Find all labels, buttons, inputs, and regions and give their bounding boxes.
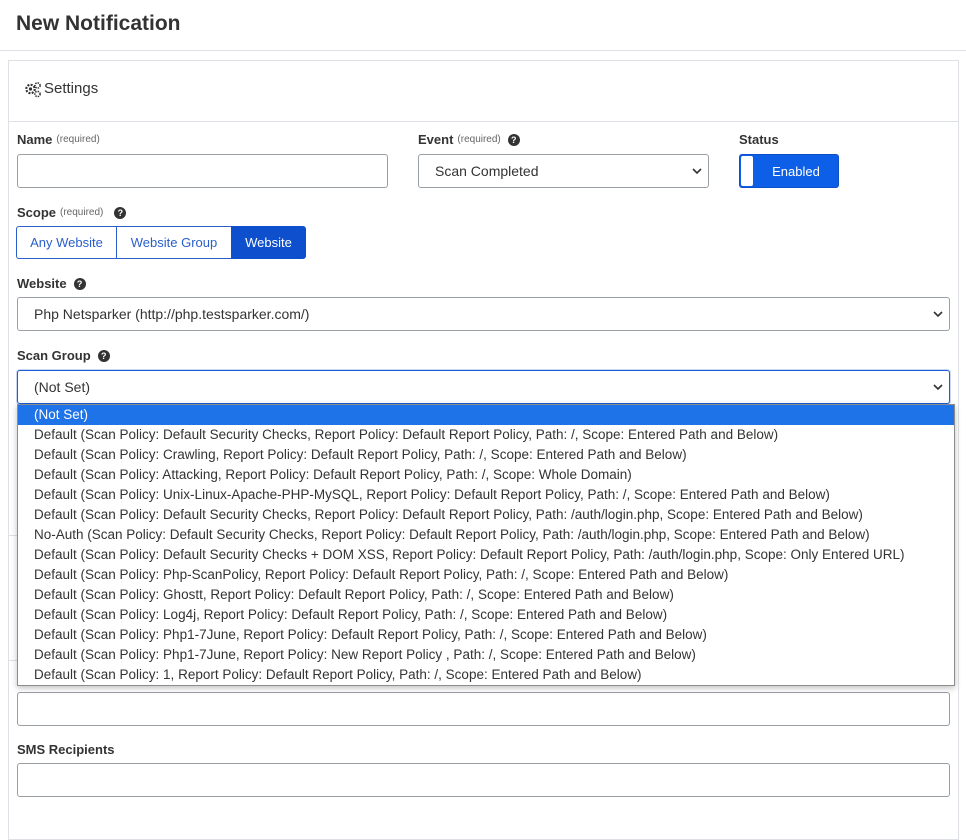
dropdown-option[interactable]: Default (Scan Policy: Php1-7June, Report… <box>18 625 954 645</box>
dropdown-option[interactable]: Default (Scan Policy: Default Security C… <box>18 505 954 525</box>
dropdown-option[interactable]: Default (Scan Policy: Default Security C… <box>18 425 954 445</box>
dropdown-option[interactable]: Default (Scan Policy: Php-ScanPolicy, Re… <box>18 565 954 585</box>
scan-group-label: Scan Group ? <box>17 348 110 363</box>
scope-any-website-button[interactable]: Any Website <box>16 226 117 259</box>
page-title: New Notification <box>16 12 181 35</box>
dropdown-option[interactable]: Default (Scan Policy: Default Security C… <box>18 545 954 565</box>
gears-icon <box>25 82 41 98</box>
page-header: New Notification <box>0 0 966 51</box>
scope-required-hint: (required) <box>60 207 104 218</box>
website-select-value: Php Netsparker (http://php.testsparker.c… <box>34 306 310 322</box>
sms-recipients-label-text: SMS Recipients <box>17 742 115 757</box>
website-label-text: Website <box>17 276 67 291</box>
event-select[interactable]: Scan Completed <box>418 154 709 188</box>
status-label: Status <box>739 132 779 147</box>
dropdown-option[interactable]: Default (Scan Policy: Unix-Linux-Apache-… <box>18 485 954 505</box>
website-label: Website ? <box>17 276 86 291</box>
sms-recipients-input[interactable] <box>17 763 950 797</box>
dropdown-option[interactable]: No-Auth (Scan Policy: Default Security C… <box>18 525 954 545</box>
scan-group-help-icon[interactable]: ? <box>97 349 110 362</box>
scan-group-select-value: (Not Set) <box>34 379 91 395</box>
event-label: Event (required) ? <box>418 132 520 147</box>
website-select[interactable]: Php Netsparker (http://php.testsparker.c… <box>17 297 950 331</box>
toggle-knob <box>741 156 753 186</box>
event-label-text: Event <box>418 132 454 147</box>
email-recipients-input[interactable] <box>17 692 950 726</box>
name-input[interactable] <box>17 154 388 188</box>
dropdown-option[interactable]: Default (Scan Policy: Attacking, Report … <box>18 465 954 485</box>
scan-group-select[interactable]: (Not Set) <box>17 370 950 404</box>
settings-title: Settings <box>44 80 99 97</box>
sms-recipients-label: SMS Recipients <box>17 742 115 757</box>
dropdown-option[interactable]: Default (Scan Policy: Crawling, Report P… <box>18 445 954 465</box>
event-help-icon[interactable]: ? <box>507 133 520 146</box>
chevron-down-icon <box>692 168 702 175</box>
dropdown-option[interactable]: Default (Scan Policy: Php1-7June, Report… <box>18 645 954 665</box>
event-required-hint: (required) <box>457 134 501 145</box>
scope-help-icon[interactable]: ? <box>114 206 127 219</box>
chevron-down-icon <box>933 311 943 318</box>
scope-button-group: Any Website Website Group Website <box>16 226 306 259</box>
event-select-value: Scan Completed <box>435 163 539 179</box>
scope-website-button[interactable]: Website <box>231 226 306 259</box>
scope-label-text: Scope <box>17 205 57 220</box>
status-toggle[interactable]: Enabled <box>739 154 839 188</box>
name-required-hint: (required) <box>56 134 100 145</box>
chevron-down-icon <box>933 384 943 391</box>
settings-card-header: Settings <box>9 61 958 122</box>
dropdown-option[interactable]: Default (Scan Policy: Log4j, Report Poli… <box>18 605 954 625</box>
name-label-text: Name <box>17 132 53 147</box>
dropdown-option[interactable]: (Not Set) <box>18 405 954 425</box>
scan-group-dropdown-list: (Not Set) Default (Scan Policy: Default … <box>17 404 955 686</box>
dropdown-option[interactable]: Default (Scan Policy: 1, Report Policy: … <box>18 665 954 685</box>
scope-website-group-button[interactable]: Website Group <box>116 226 232 259</box>
scan-group-label-text: Scan Group <box>17 348 91 363</box>
dropdown-option[interactable]: Default (Scan Policy: Ghostt, Report Pol… <box>18 585 954 605</box>
status-label-text: Status <box>739 132 779 147</box>
status-toggle-text: Enabled <box>772 163 820 179</box>
scope-label: Scope (required) ? <box>17 205 127 220</box>
name-label: Name (required) <box>17 132 100 147</box>
website-help-icon[interactable]: ? <box>73 277 86 290</box>
